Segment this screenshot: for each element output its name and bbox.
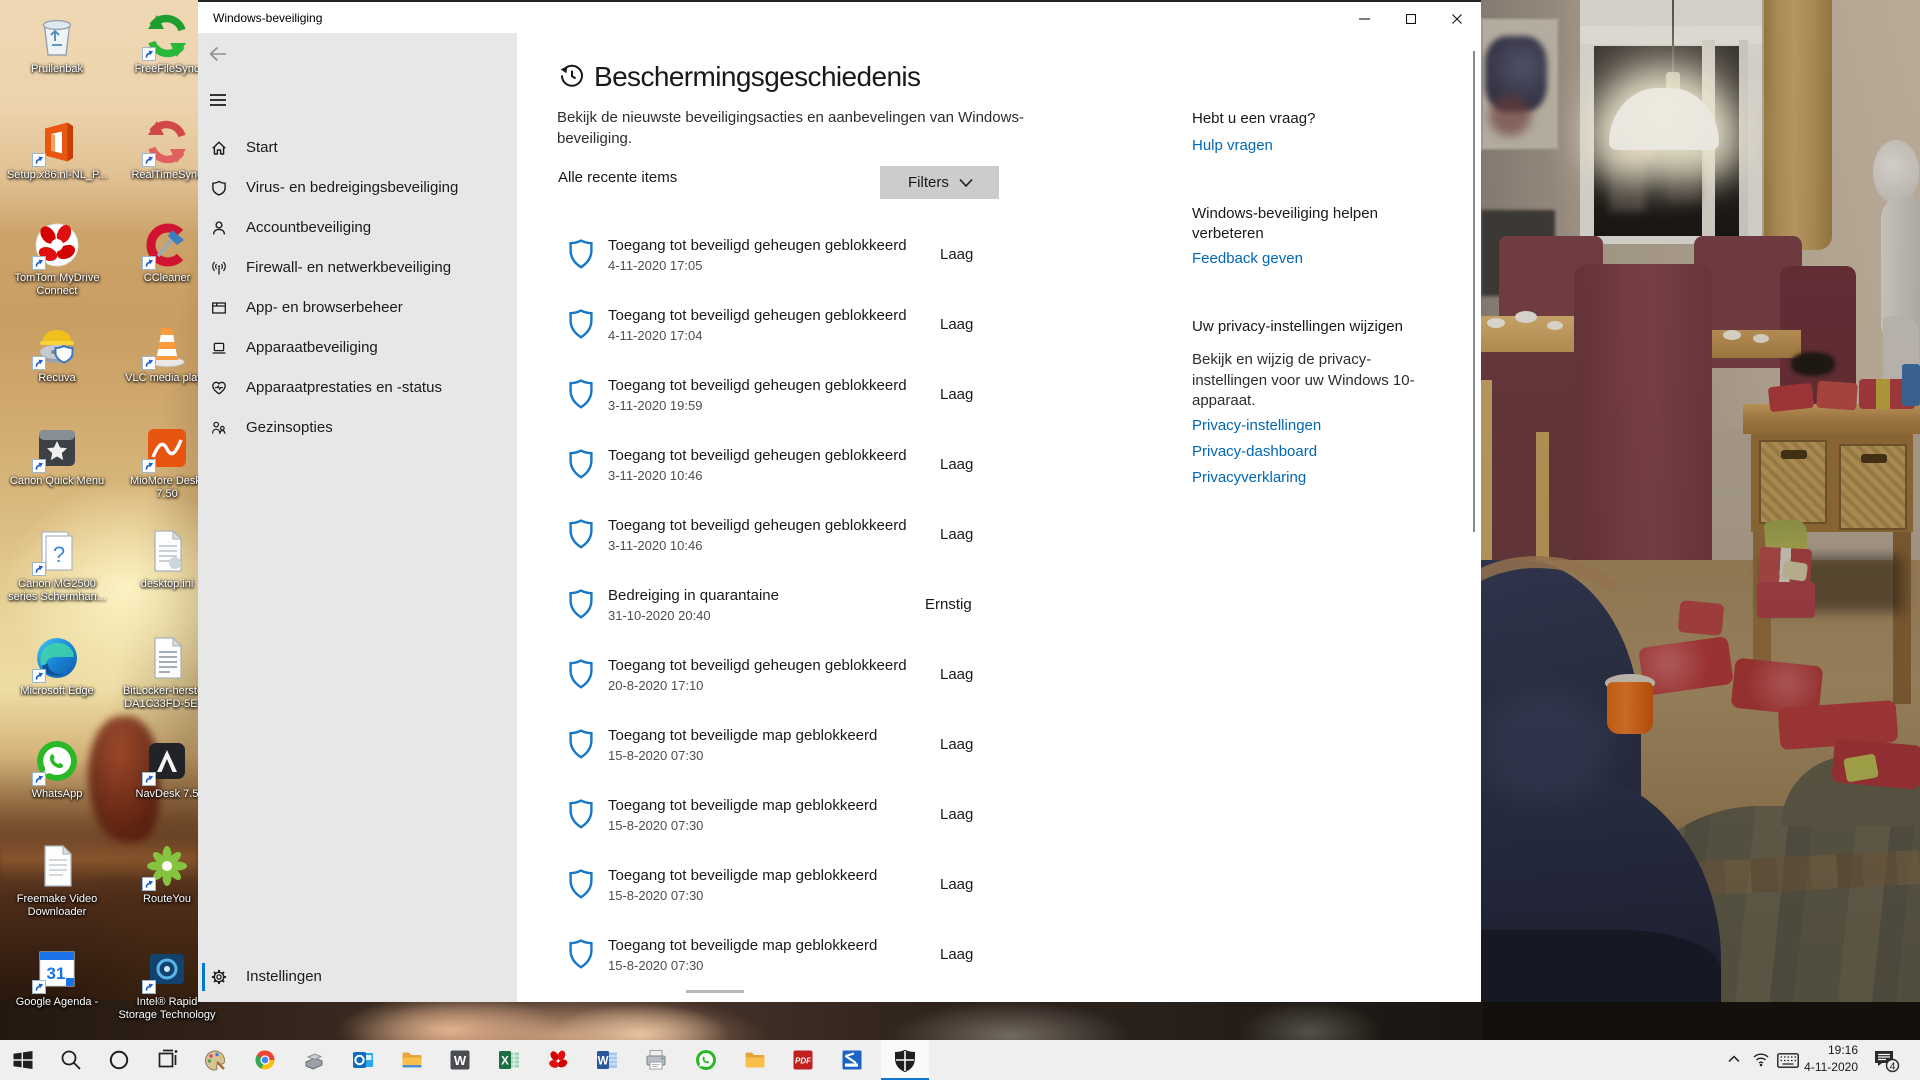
svg-text:W: W — [454, 1053, 467, 1068]
svg-text:?: ? — [53, 542, 65, 567]
svg-text:4: 4 — [1890, 1061, 1896, 1073]
svg-text:X: X — [501, 1056, 509, 1068]
svg-text:31: 31 — [47, 964, 66, 983]
svg-text:PDF: PDF — [795, 1057, 812, 1066]
svg-text:W: W — [598, 1056, 609, 1068]
